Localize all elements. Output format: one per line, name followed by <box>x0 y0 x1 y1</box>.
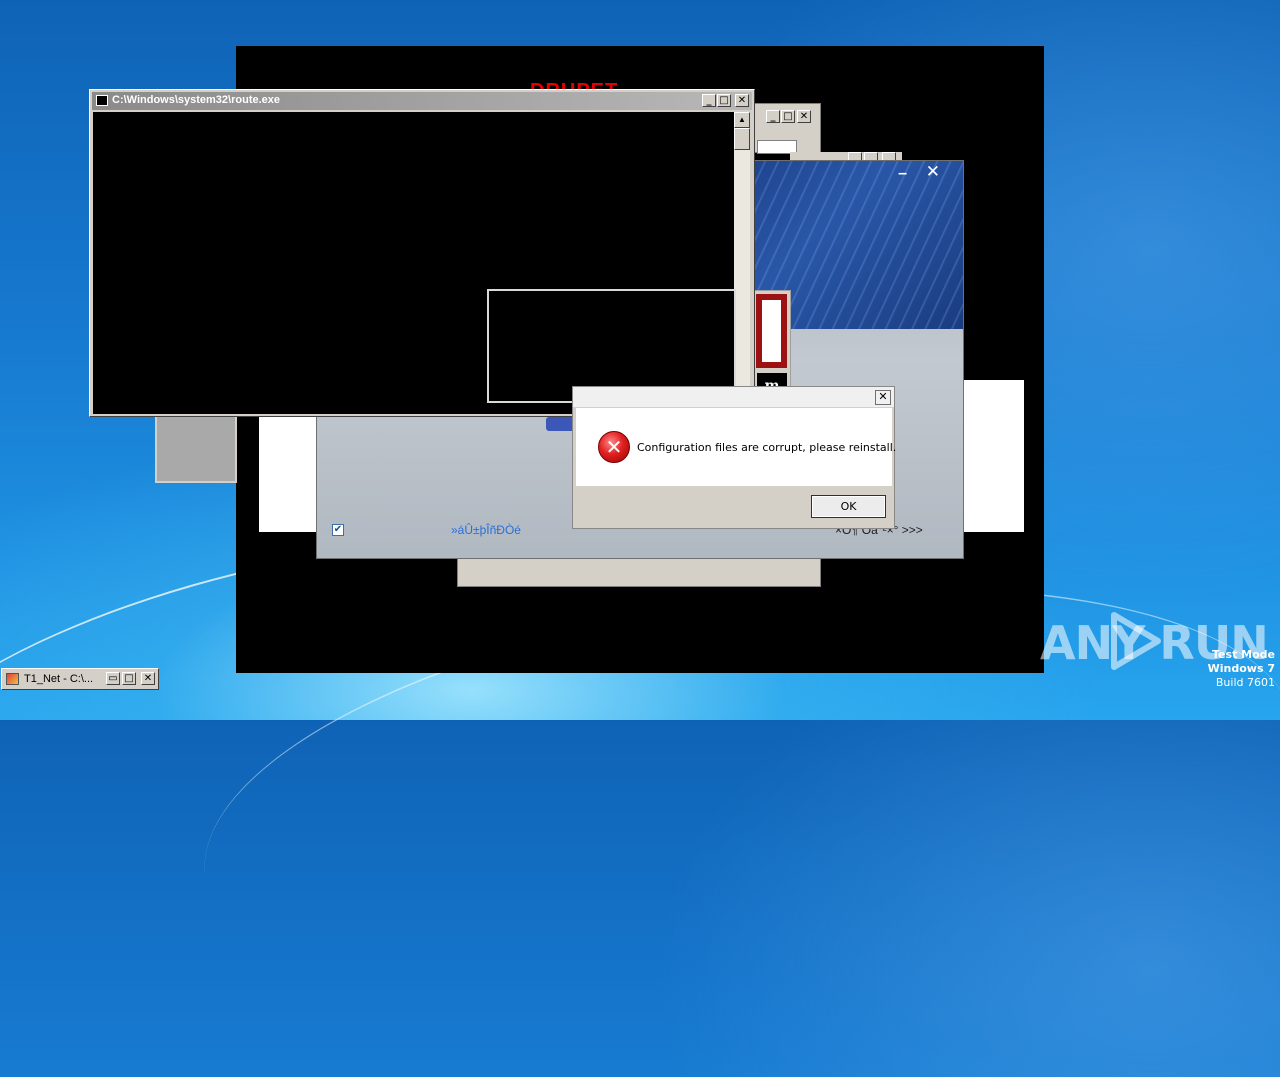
installer-close-button[interactable]: ✕ <box>926 162 940 182</box>
ok-button[interactable]: OK <box>811 495 886 518</box>
error-dialog-body: ✕ Configuration files are corrupt, pleas… <box>576 408 896 486</box>
scroll-up-button[interactable]: ▲ <box>734 112 750 128</box>
background-window-fragment <box>457 556 821 587</box>
app-icon <box>6 673 19 685</box>
minimized-window-title: T1_Net - C:\... <box>24 673 94 685</box>
play-icon <box>1111 612 1161 670</box>
console-scrollbar[interactable]: ▲ <box>734 112 750 414</box>
error-message: Configuration files are corrupt, please … <box>637 441 897 454</box>
minimized-window[interactable]: T1_Net - C:\... ▭ □ ✕ <box>1 668 159 690</box>
scroll-thumb[interactable] <box>734 128 750 150</box>
console-icon <box>96 95 108 106</box>
error-dialog-titlebar[interactable] <box>573 387 894 407</box>
minimize-button[interactable]: _ <box>702 94 716 107</box>
agreement-checkbox[interactable]: ✔ <box>332 524 344 536</box>
test-mode-label: Test Mode <box>1212 648 1275 661</box>
close-button[interactable]: ✕ <box>797 110 811 123</box>
error-icon: ✕ <box>598 431 630 463</box>
restore-button[interactable]: ▭ <box>106 672 120 685</box>
system-info: Test Mode Windows 7 Build 7601 <box>1180 648 1275 690</box>
close-button[interactable]: ✕ <box>735 94 749 107</box>
minimize-button[interactable]: _ <box>766 110 780 123</box>
agreement-link[interactable]: »áÛ±þÎñÐ­Òé <box>451 523 521 537</box>
installer-minimize-button[interactable]: – <box>898 165 907 183</box>
console-title: C:\Windows\system32\route.exe <box>112 94 281 106</box>
console-titlebar[interactable]: C:\Windows\system32\route.exe _ □ ✕ <box>92 92 752 110</box>
background-window[interactable]: _ □ ✕ <box>752 103 821 154</box>
app-logo-inner <box>762 300 781 362</box>
background-window-fragment <box>155 415 237 483</box>
maximize-button[interactable]: □ <box>122 672 136 685</box>
error-dialog-close-button[interactable]: ✕ <box>875 390 891 405</box>
maximize-button[interactable]: □ <box>781 110 795 123</box>
build-label: Build 7601 <box>1215 676 1275 689</box>
error-dialog: ✕ ✕ Configuration files are corrupt, ple… <box>572 386 896 529</box>
close-button[interactable]: ✕ <box>141 672 155 685</box>
os-label: Windows 7 <box>1207 662 1275 675</box>
maximize-button[interactable]: □ <box>717 94 731 107</box>
